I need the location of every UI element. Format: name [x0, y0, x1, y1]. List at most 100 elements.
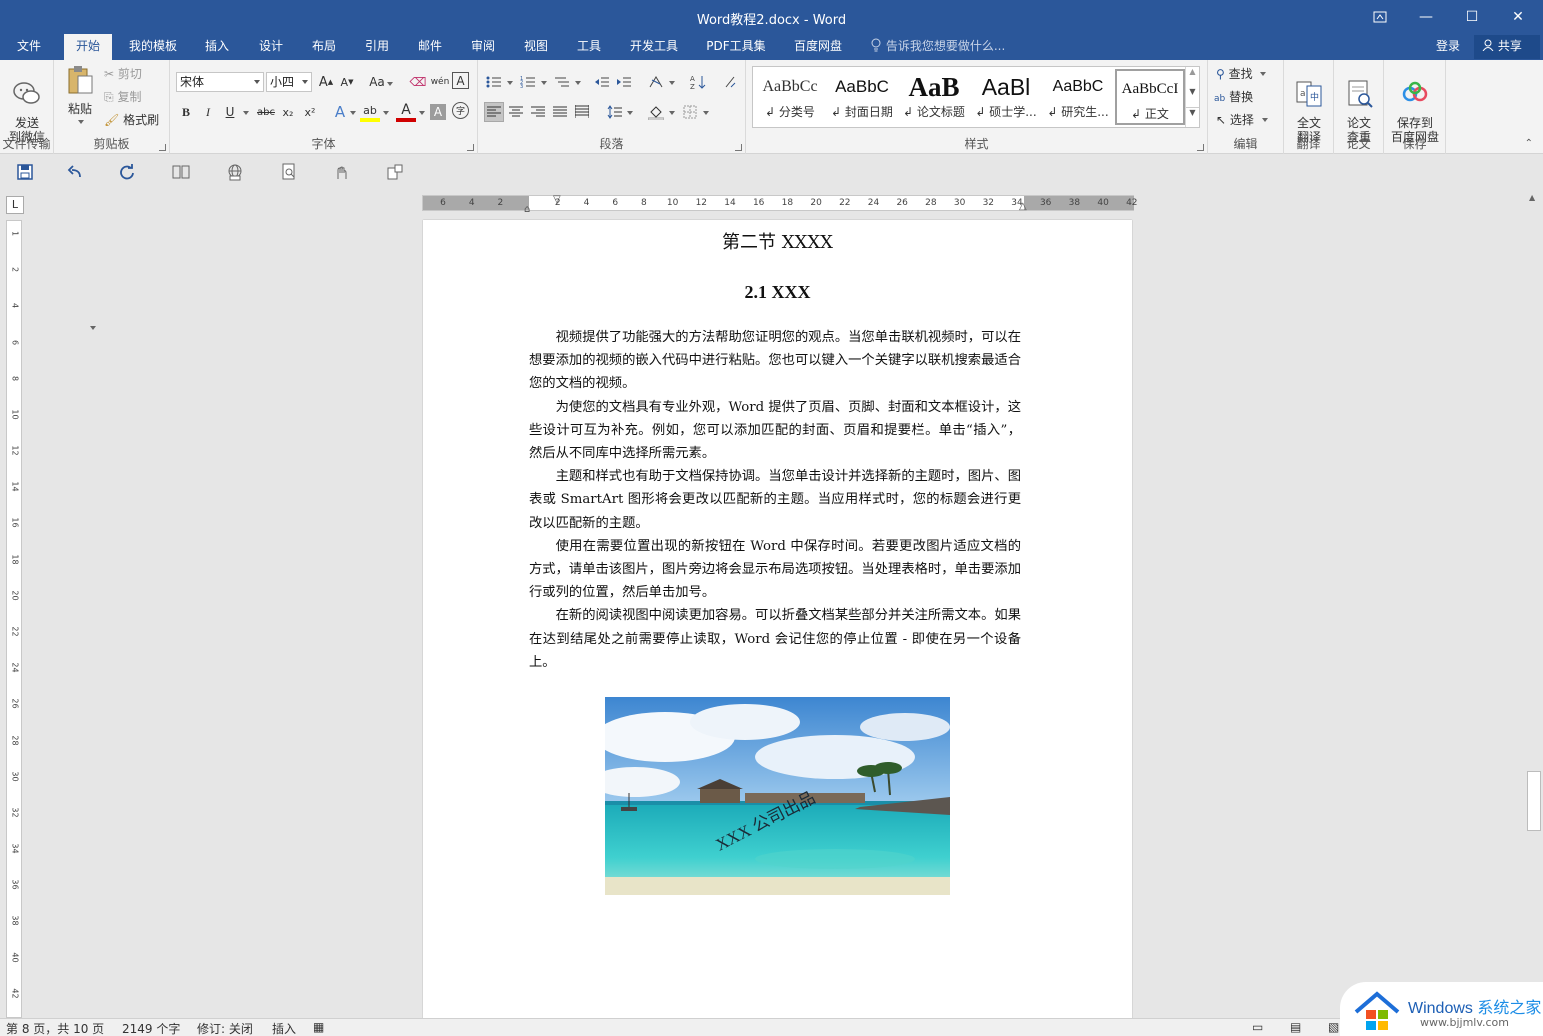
paragraph-launcher[interactable]: [735, 144, 742, 151]
select-button[interactable]: ↖ 选择: [1216, 110, 1268, 130]
style-master[interactable]: AaBl ↲ 硕士学...: [971, 69, 1041, 125]
clipboard-launcher[interactable]: [159, 144, 166, 151]
scroll-up-icon[interactable]: ▲: [1529, 193, 1535, 202]
touch-mode-button[interactable]: [330, 161, 352, 183]
chinese-layout-button[interactable]: [646, 72, 666, 92]
copy-button[interactable]: ⎘ 复制: [104, 87, 141, 107]
bullets-dropdown-icon[interactable]: [507, 81, 513, 85]
sort-button[interactable]: AZ: [688, 72, 708, 92]
hanging-indent-icon[interactable]: ⌂: [524, 204, 530, 215]
style-paper-title[interactable]: AaB ↲ 论文标题: [899, 69, 969, 125]
font-launcher[interactable]: [467, 144, 474, 151]
text-effects-dropdown-icon[interactable]: [350, 111, 356, 115]
tab-review[interactable]: 审阅: [462, 34, 504, 60]
tab-developer[interactable]: 开发工具: [623, 34, 685, 60]
numbering-dropdown-icon[interactable]: [541, 81, 547, 85]
phonetic-guide-button[interactable]: wén: [430, 72, 450, 92]
align-center-button[interactable]: [506, 102, 526, 122]
clear-formatting-button[interactable]: ⌫: [408, 72, 428, 92]
vertical-scrollbar[interactable]: ▲: [1526, 191, 1543, 1018]
font-color-button[interactable]: A: [396, 102, 416, 122]
show-marks-button[interactable]: [720, 72, 740, 92]
borders-dropdown-icon[interactable]: [703, 111, 709, 115]
paste-dropdown-icon[interactable]: [78, 120, 84, 124]
undo-button[interactable]: [64, 161, 86, 183]
underline-dropdown-icon[interactable]: [243, 111, 249, 115]
gallery-more-icon[interactable]: ▼: [1186, 107, 1199, 125]
borders-button[interactable]: [680, 102, 700, 122]
chinese-layout-dropdown-icon[interactable]: [669, 81, 675, 85]
close-button[interactable]: ✕: [1495, 0, 1541, 34]
tab-design[interactable]: 设计: [250, 34, 292, 60]
style-cover-date[interactable]: AaBbC ↲ 封面日期: [827, 69, 897, 125]
font-size-combo[interactable]: 小四: [266, 72, 312, 92]
word-count[interactable]: 2149 个字: [122, 1020, 180, 1036]
superscript-button[interactable]: x²: [300, 102, 320, 122]
document-page[interactable]: 第二节 XXXX 2.1 XXX 视频提供了功能强大的方法帮助您证明您的观点。当…: [423, 220, 1132, 1020]
shading-button[interactable]: [646, 102, 666, 122]
align-left-button[interactable]: [484, 102, 504, 122]
bold-button[interactable]: B: [176, 102, 196, 122]
change-case-button[interactable]: Aa: [366, 72, 394, 92]
character-border-button[interactable]: A: [452, 72, 469, 89]
distributed-button[interactable]: [572, 102, 592, 122]
numbering-button[interactable]: 123: [518, 72, 538, 92]
tab-baidu-netdisk[interactable]: 百度网盘: [786, 34, 850, 60]
tab-home[interactable]: 开始: [64, 34, 112, 60]
print-layout-icon[interactable]: ▤: [1290, 1020, 1301, 1034]
page-count[interactable]: 第 8 页，共 10 页: [6, 1020, 104, 1036]
tab-my-templates[interactable]: 我的模板: [122, 34, 184, 60]
collapse-ribbon-icon[interactable]: ⌃: [1525, 138, 1533, 149]
horizontal-ruler[interactable]: ▽ ⌂ △ 6 4 2 2 4 6 8 10 12 14 16 18 20 22 24 26 28 30 32 34 3…: [422, 194, 1138, 215]
paste-button[interactable]: 粘贴: [62, 64, 98, 124]
find-button[interactable]: ⚲ 查找: [1216, 64, 1267, 84]
insert-mode[interactable]: 插入: [272, 1020, 296, 1036]
enclose-characters-button[interactable]: 字: [452, 102, 469, 119]
tab-references[interactable]: 引用: [356, 34, 398, 60]
gallery-down-icon[interactable]: ▼: [1186, 87, 1199, 107]
align-right-button[interactable]: [528, 102, 548, 122]
justify-button[interactable]: [550, 102, 570, 122]
web-layout-button[interactable]: [224, 161, 246, 183]
share-button[interactable]: 共享: [1474, 35, 1540, 59]
format-painter-button[interactable]: 🖌 格式刷: [104, 110, 159, 130]
redo-button[interactable]: [116, 161, 138, 183]
ribbon-display-options-button[interactable]: [1357, 0, 1403, 34]
decrease-indent-button[interactable]: [592, 72, 612, 92]
sign-in-link[interactable]: 登录: [1436, 34, 1460, 58]
scroll-thumb[interactable]: [1527, 771, 1541, 831]
gallery-scroll[interactable]: ▲ ▼ ▼: [1185, 67, 1199, 127]
tab-file[interactable]: 文件: [8, 34, 50, 60]
macro-icon[interactable]: ▦: [313, 1020, 324, 1034]
tab-insert[interactable]: 插入: [196, 34, 238, 60]
tab-tools[interactable]: 工具: [568, 34, 610, 60]
styles-launcher[interactable]: [1197, 144, 1204, 151]
underline-button[interactable]: U: [220, 102, 240, 122]
cut-button[interactable]: ✂ 剪切: [104, 64, 142, 84]
tab-mailings[interactable]: 邮件: [409, 34, 451, 60]
read-mode-icon[interactable]: ▭: [1252, 1020, 1263, 1034]
font-color-dropdown-icon[interactable]: [419, 111, 425, 115]
multilevel-dropdown-icon[interactable]: [575, 81, 581, 85]
replace-button[interactable]: ab 替换: [1214, 87, 1253, 107]
highlight-dropdown-icon[interactable]: [383, 111, 389, 115]
minimize-button[interactable]: —: [1403, 0, 1449, 34]
tell-me-box[interactable]: 告诉我您想要做什么...: [870, 34, 1005, 60]
highlight-button[interactable]: ab: [360, 102, 380, 122]
read-mode-button[interactable]: [170, 161, 192, 183]
italic-button[interactable]: I: [198, 102, 218, 122]
font-name-combo[interactable]: 宋体: [176, 72, 264, 92]
line-spacing-dropdown-icon[interactable]: [627, 111, 633, 115]
style-classification[interactable]: AaBbCc ↲ 分类号: [755, 69, 825, 125]
vertical-ruler[interactable]: 1 2 4 6 8 10 12 14 16 18 20 22 24 26 28 30 32 34 36 38 40 42: [6, 220, 22, 1018]
strikethrough-button[interactable]: abc: [254, 102, 278, 122]
tab-layout[interactable]: 布局: [303, 34, 345, 60]
print-preview-button[interactable]: [278, 161, 300, 183]
line-spacing-button[interactable]: [604, 102, 624, 122]
web-layout-icon[interactable]: ▧: [1328, 1020, 1339, 1034]
tab-selector[interactable]: L: [6, 196, 24, 214]
bullets-button[interactable]: [484, 72, 504, 92]
tab-view[interactable]: 视图: [515, 34, 557, 60]
shrink-font-button[interactable]: A ▼: [337, 72, 357, 92]
customize-toolbar-button[interactable]: [384, 161, 406, 183]
